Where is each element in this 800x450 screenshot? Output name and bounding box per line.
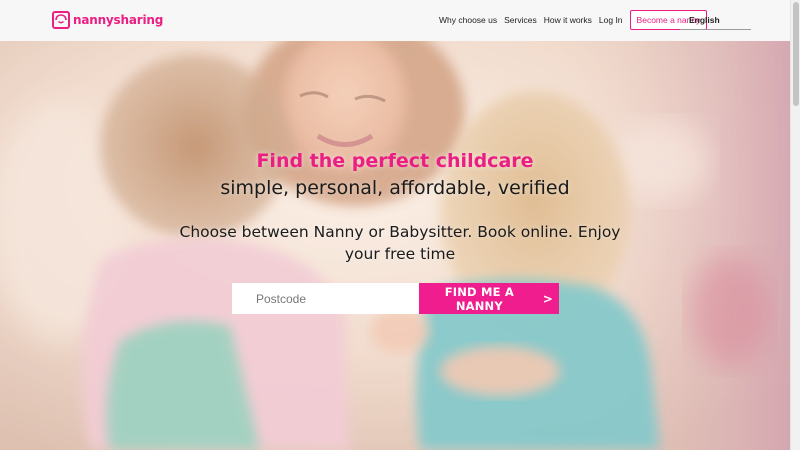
logo-text: nannysharing (73, 13, 164, 27)
chevron-right-icon: > (542, 291, 553, 306)
hero-tagline: Choose between Nanny or Babysitter. Book… (179, 223, 621, 263)
nav-how-it-works[interactable]: How it works (544, 15, 592, 25)
scrollbar-thumb[interactable] (793, 2, 799, 106)
nav-log-in[interactable]: Log In (599, 15, 623, 25)
nav-why-choose-us[interactable]: Why choose us (439, 15, 497, 25)
hero-section: Find the perfect childcare simple, perso… (0, 41, 790, 450)
find-me-a-nanny-button[interactable]: FIND ME A NANNY > (419, 283, 559, 314)
language-select[interactable]: English (680, 10, 751, 30)
page-scrollbar[interactable] (790, 0, 800, 450)
hero-subheadline: simple, personal, affordable, verified (220, 177, 570, 199)
page: nannysharing Why choose us Services How … (0, 0, 800, 450)
language-value: English (689, 14, 720, 25)
postcode-input[interactable] (232, 283, 419, 314)
nav-services[interactable]: Services (504, 15, 537, 25)
hero-headline: Find the perfect childcare (256, 150, 534, 172)
postcode-search-form: FIND ME A NANNY > (232, 283, 559, 314)
find-button-label: FIND ME A NANNY (444, 284, 515, 313)
site-header: nannysharing Why choose us Services How … (0, 0, 790, 41)
main-nav: Why choose us Services How it works Log … (439, 10, 713, 30)
logo-link[interactable]: nannysharing (52, 10, 163, 30)
logo-icon (52, 11, 70, 29)
